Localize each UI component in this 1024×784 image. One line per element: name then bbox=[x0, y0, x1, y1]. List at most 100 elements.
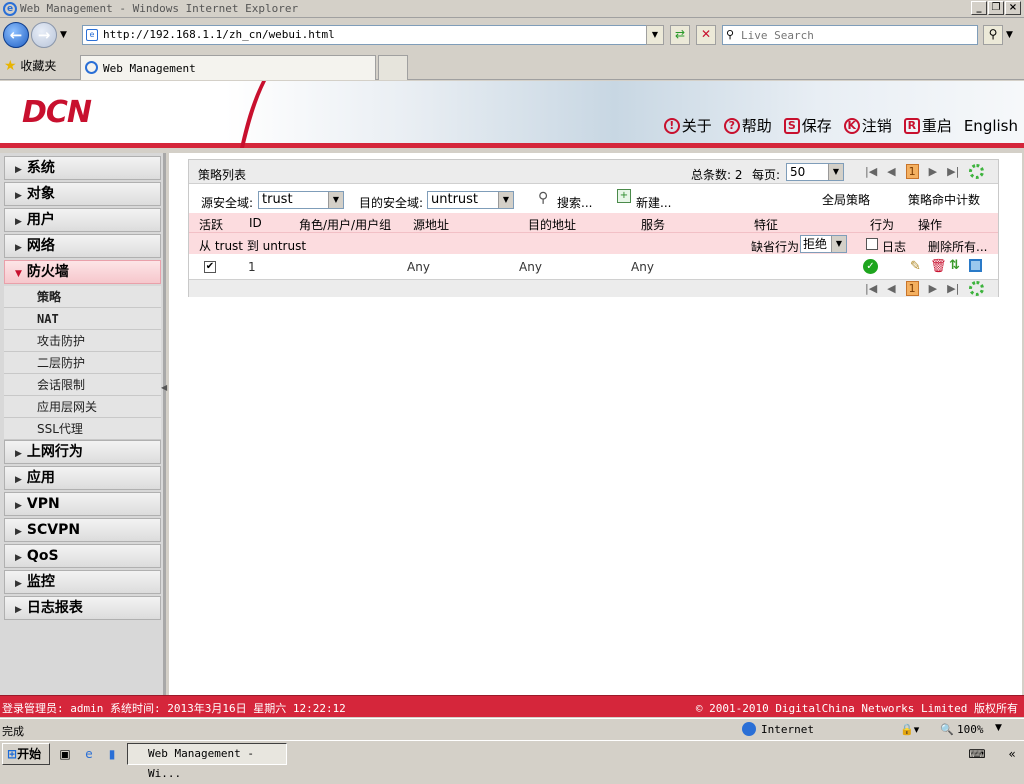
menu-network[interactable]: ▶ 网络 bbox=[4, 234, 161, 258]
minimize-button[interactable]: _ bbox=[971, 1, 987, 15]
page-header: DCN ! 关于 ? 帮助 S 保存 K 注销 R 重启 English bbox=[0, 81, 1024, 148]
current-page[interactable]: 1 bbox=[905, 281, 919, 296]
search-link[interactable]: 搜索... bbox=[557, 194, 592, 211]
submenu-policy[interactable]: 策略 bbox=[4, 286, 161, 308]
col-service: 服务 bbox=[641, 218, 666, 232]
delete-icon[interactable]: 🗑 bbox=[930, 259, 947, 274]
menu-object[interactable]: ▶ 对象 bbox=[4, 182, 161, 206]
restart-link[interactable]: R 重启 bbox=[903, 115, 952, 136]
menu-label: 对象 bbox=[26, 186, 55, 202]
log-checkbox[interactable] bbox=[866, 238, 878, 250]
new-link[interactable]: 新建... bbox=[636, 194, 671, 211]
current-page[interactable]: 1 bbox=[905, 164, 919, 179]
logout-link[interactable]: K 注销 bbox=[843, 115, 892, 136]
collapse-sidebar-icon[interactable]: ◀ bbox=[161, 383, 167, 403]
search-box[interactable]: ⚲ bbox=[722, 25, 978, 45]
col-active: 活跃 bbox=[199, 218, 224, 232]
default-action-select[interactable]: 拒绝 ▼ bbox=[800, 235, 847, 253]
zoom-icon: 🔍 bbox=[940, 723, 954, 736]
top-links: ! 关于 ? 帮助 S 保存 K 注销 R 重启 English bbox=[663, 115, 1018, 136]
submenu-ssl-proxy[interactable]: SSL代理 bbox=[4, 418, 161, 440]
search-input[interactable] bbox=[741, 27, 971, 43]
about-link[interactable]: ! 关于 bbox=[663, 115, 712, 136]
submenu-alg[interactable]: 应用层网关 bbox=[4, 396, 161, 418]
back-button[interactable]: ← bbox=[3, 22, 29, 48]
taskbar: ⊞开始 ▣ e ▮ Web Management - Wi... ⌨ « bbox=[0, 740, 1024, 780]
zoom-level[interactable]: 100% bbox=[957, 723, 984, 736]
tab-title: Web Management bbox=[103, 62, 196, 75]
dst-zone-select[interactable]: untrust ▼ bbox=[427, 191, 514, 209]
submenu-nat[interactable]: NAT bbox=[4, 308, 161, 330]
media-icon[interactable]: ▮ bbox=[103, 745, 121, 763]
last-page-icon[interactable]: ▶| bbox=[947, 165, 959, 178]
per-page-select[interactable]: 50 ▼ bbox=[786, 163, 844, 181]
menu-firewall[interactable]: ▼ 防火墙 bbox=[4, 260, 161, 284]
active-checkbox[interactable]: ✔ bbox=[204, 261, 216, 273]
refresh-icon[interactable] bbox=[969, 281, 985, 296]
maximize-button[interactable]: ❐ bbox=[988, 1, 1004, 15]
tab-bar: ★ 收藏夹 Web Management bbox=[0, 52, 1024, 80]
new-tab-button[interactable] bbox=[378, 55, 408, 80]
restart-icon: R bbox=[903, 117, 920, 134]
search-go-icon[interactable]: ⚲ bbox=[983, 25, 1003, 45]
prev-page-icon[interactable]: ◀ bbox=[887, 165, 895, 178]
keyboard-icon[interactable]: ⌨ bbox=[968, 745, 986, 763]
next-page-icon[interactable]: ▶ bbox=[929, 165, 937, 178]
taskbar-item-ie[interactable]: Web Management - Wi... bbox=[127, 743, 287, 780]
next-page-icon[interactable]: ▶ bbox=[929, 282, 937, 295]
move-icon[interactable]: ⇅ bbox=[949, 258, 960, 273]
menu-qos[interactable]: ▶ QoS bbox=[4, 544, 161, 568]
zoom-dropdown-icon[interactable]: ▼ bbox=[995, 723, 1002, 733]
submenu-session-limit[interactable]: 会话限制 bbox=[4, 374, 161, 396]
chevron-right-icon: ▶ bbox=[15, 191, 22, 201]
search-options-icon[interactable]: ▼ bbox=[1006, 30, 1013, 40]
src-zone-select[interactable]: trust ▼ bbox=[258, 191, 344, 209]
english-label: English bbox=[963, 116, 1018, 135]
tab-web-management[interactable]: Web Management bbox=[80, 55, 376, 80]
window-title-bar: e Web Management - Windows Internet Expl… bbox=[0, 0, 1024, 18]
chevron-right-icon: ▶ bbox=[15, 527, 22, 537]
submenu-attack-defense[interactable]: 攻击防护 bbox=[4, 330, 161, 352]
delete-all-link[interactable]: 删除所有... bbox=[928, 238, 987, 255]
hit-count-link[interactable]: 策略命中计数 bbox=[908, 191, 980, 208]
menu-application[interactable]: ▶ 应用 bbox=[4, 466, 161, 490]
desktop-icon[interactable]: ▣ bbox=[56, 745, 74, 763]
menu-system[interactable]: ▶ 系统 bbox=[4, 156, 161, 180]
english-link[interactable]: English bbox=[964, 117, 1018, 135]
menu-scvpn[interactable]: ▶ SCVPN bbox=[4, 518, 161, 542]
start-button[interactable]: ⊞开始 bbox=[2, 743, 50, 765]
windows-icon: ⊞ bbox=[7, 747, 18, 761]
filter-row: 源安全域: trust ▼ 目的安全域: untrust ▼ ⚲ 搜索... + 新… bbox=[189, 185, 998, 213]
zone-text: 从 trust 到 untrust bbox=[199, 239, 307, 253]
help-link[interactable]: ? 帮助 bbox=[723, 115, 772, 136]
about-label: 关于 bbox=[681, 117, 712, 135]
close-window-button[interactable]: × bbox=[1005, 1, 1021, 15]
menu-log-report[interactable]: ▶ 日志报表 bbox=[4, 596, 161, 620]
edit-icon[interactable]: ✎ bbox=[910, 259, 921, 274]
show-hidden-icons[interactable]: « bbox=[1003, 745, 1021, 763]
first-page-icon[interactable]: |◀ bbox=[865, 282, 877, 295]
menu-vpn[interactable]: ▶ VPN bbox=[4, 492, 161, 516]
stop-icon[interactable]: ✕ bbox=[696, 25, 716, 45]
prev-page-icon[interactable]: ◀ bbox=[887, 282, 895, 295]
protected-mode-icon[interactable]: 🔒▾ bbox=[900, 723, 919, 736]
address-bar[interactable]: e http://192.168.1.1/zh_cn/webui.html bbox=[82, 25, 664, 45]
menu-user[interactable]: ▶ 用户 bbox=[4, 208, 161, 232]
chevron-down-icon: ▼ bbox=[15, 269, 22, 279]
first-page-icon[interactable]: |◀ bbox=[865, 165, 877, 178]
menu-internet-behavior[interactable]: ▶ 上网行为 bbox=[4, 440, 161, 464]
copy-icon[interactable] bbox=[969, 259, 982, 272]
submenu-layer2-defense[interactable]: 二层防护 bbox=[4, 352, 161, 374]
address-dropdown-icon[interactable]: ▼ bbox=[646, 25, 664, 45]
favorites-button[interactable]: ★ 收藏夹 bbox=[4, 57, 56, 74]
refresh-icon[interactable] bbox=[969, 164, 985, 179]
ie-quicklaunch-icon[interactable]: e bbox=[80, 745, 98, 763]
last-page-icon[interactable]: ▶| bbox=[947, 282, 959, 295]
refresh-icon[interactable]: ⇄ bbox=[670, 25, 690, 45]
dropdown-arrow-icon: ▼ bbox=[328, 192, 343, 208]
menu-monitor[interactable]: ▶ 监控 bbox=[4, 570, 161, 594]
save-link[interactable]: S 保存 bbox=[783, 115, 832, 136]
history-dropdown-icon[interactable]: ▼ bbox=[60, 30, 67, 40]
global-policy-link[interactable]: 全局策略 bbox=[822, 191, 870, 208]
forward-button[interactable]: → bbox=[31, 22, 57, 48]
